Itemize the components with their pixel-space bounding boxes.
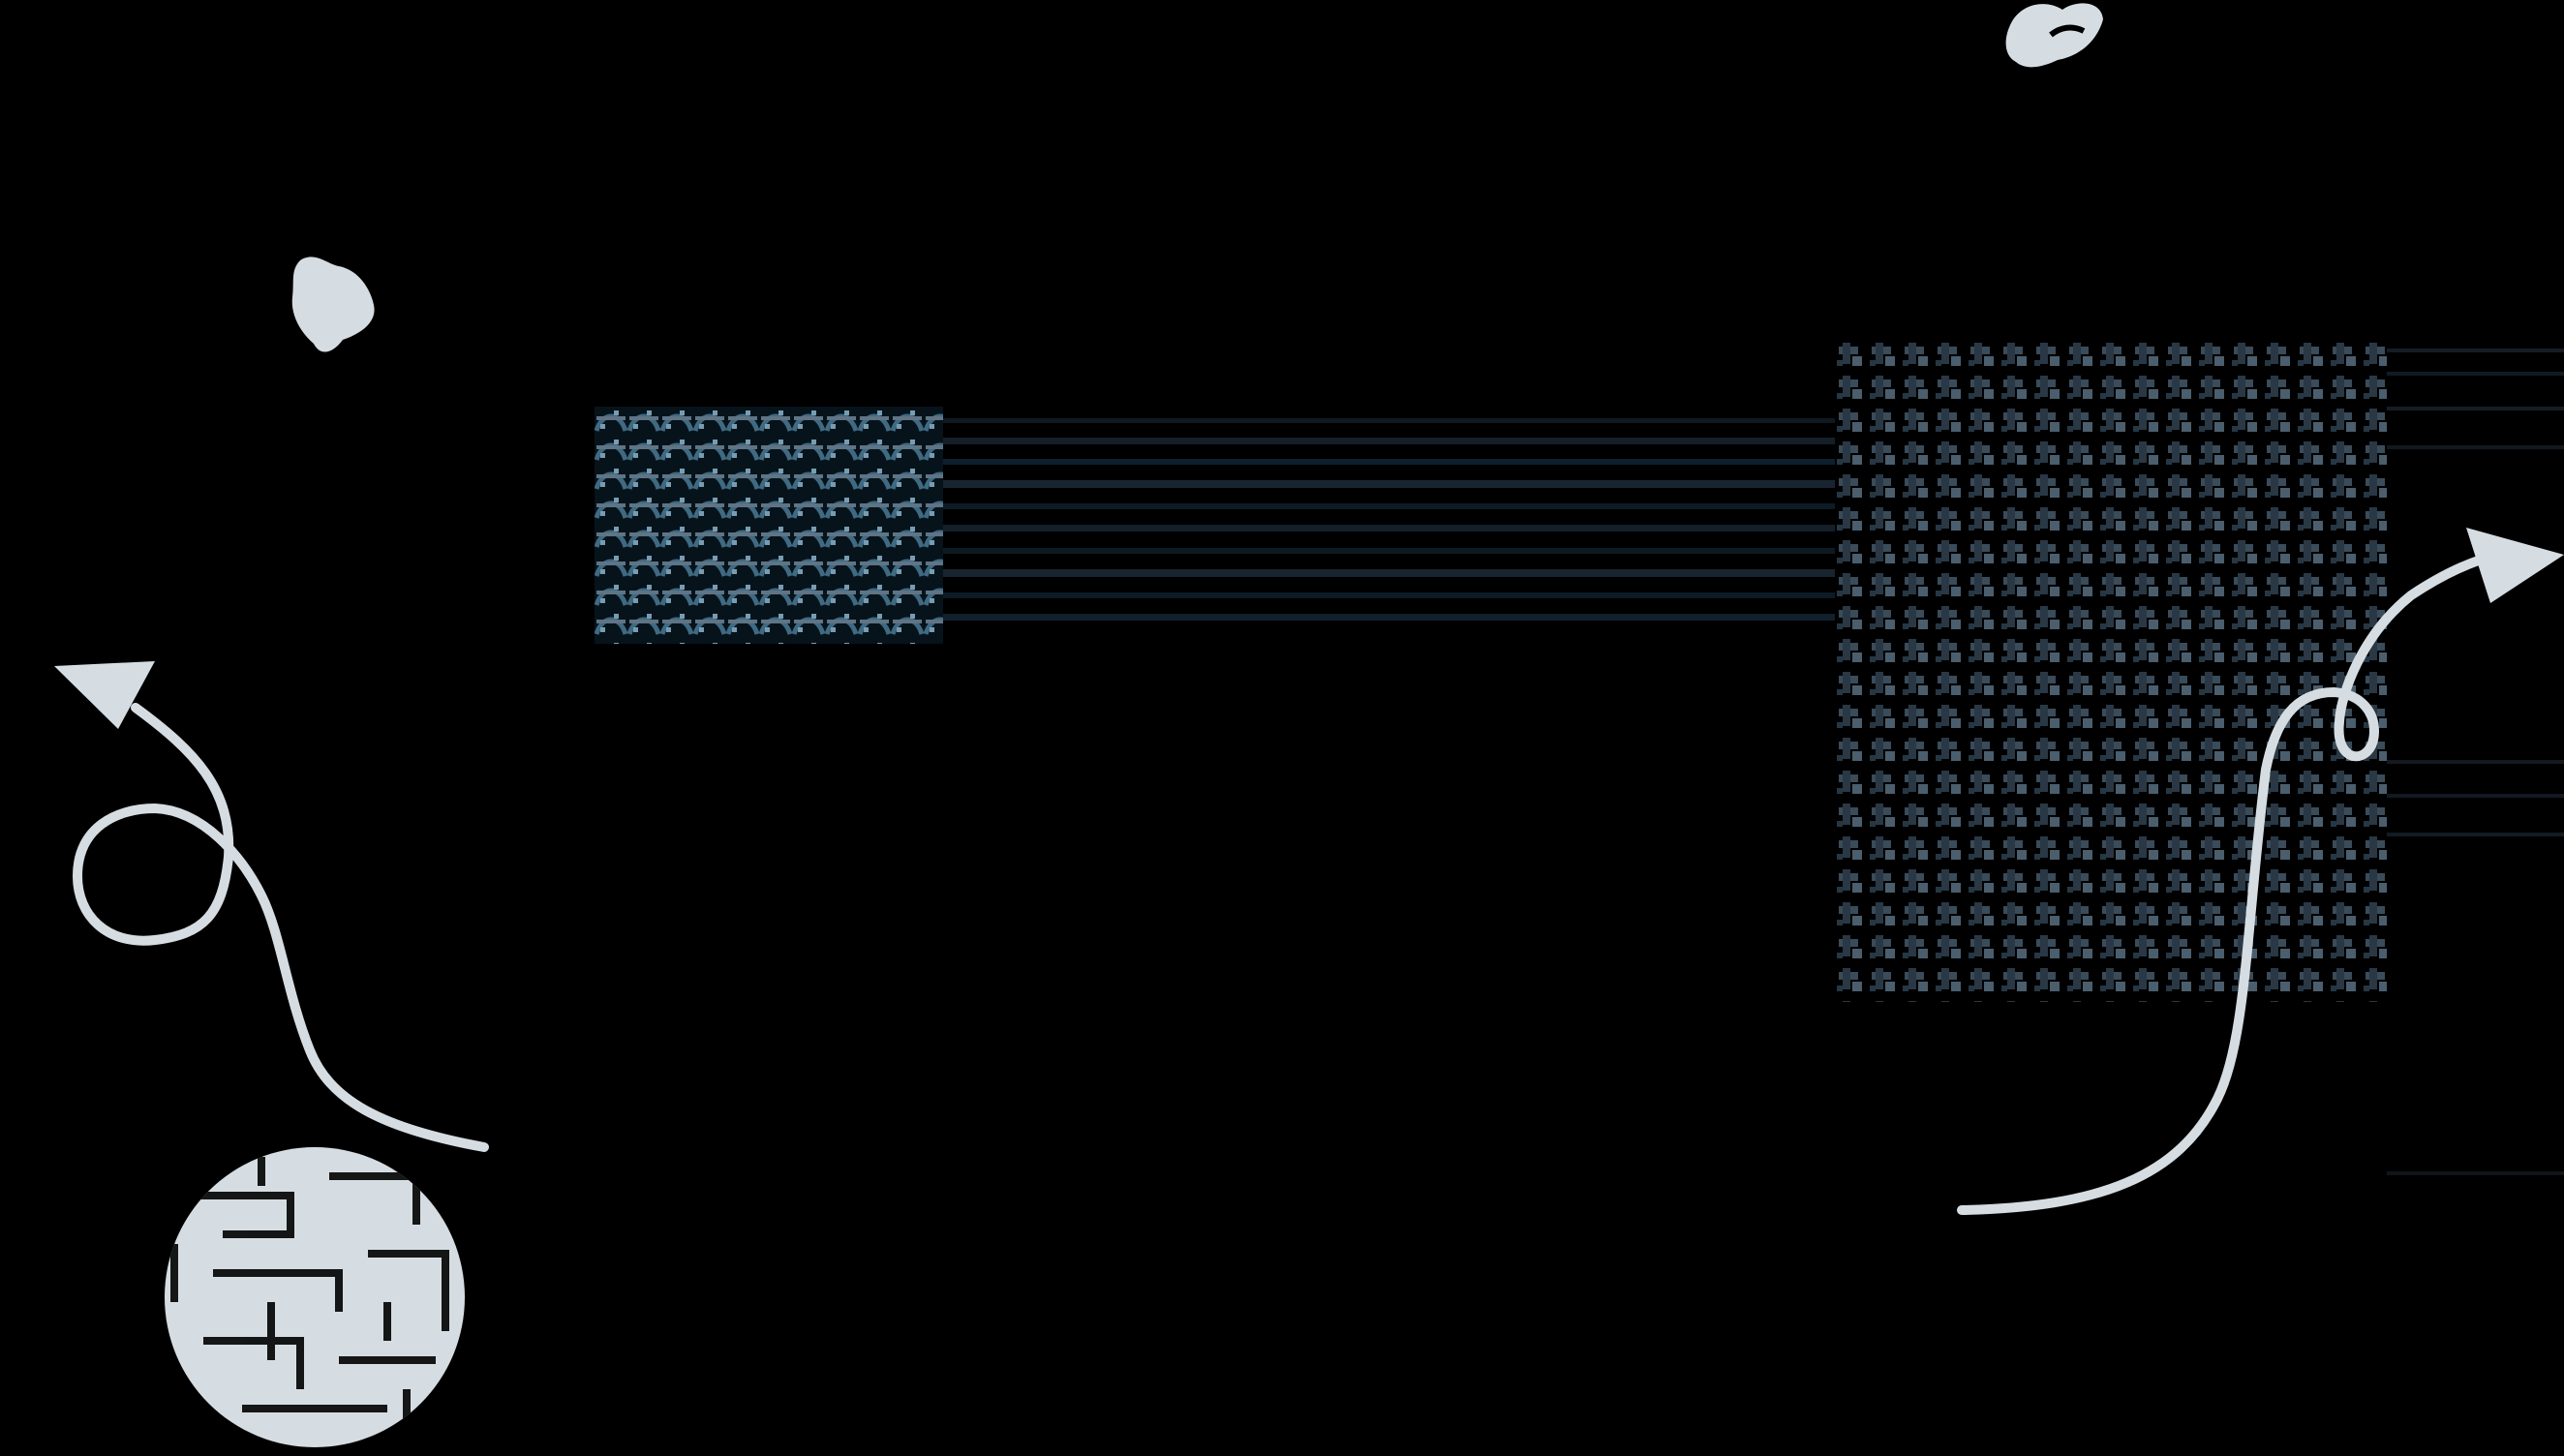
pattern-left-block bbox=[595, 407, 943, 644]
arrow-curve-right-icon bbox=[1957, 528, 2564, 1215]
leaf-icon bbox=[2005, 3, 2103, 68]
decorative-background bbox=[0, 0, 2564, 1456]
cursor-blob-icon bbox=[291, 257, 375, 352]
arrow-loop-left-icon bbox=[54, 661, 489, 1152]
scribble-ball-icon bbox=[165, 1147, 465, 1447]
